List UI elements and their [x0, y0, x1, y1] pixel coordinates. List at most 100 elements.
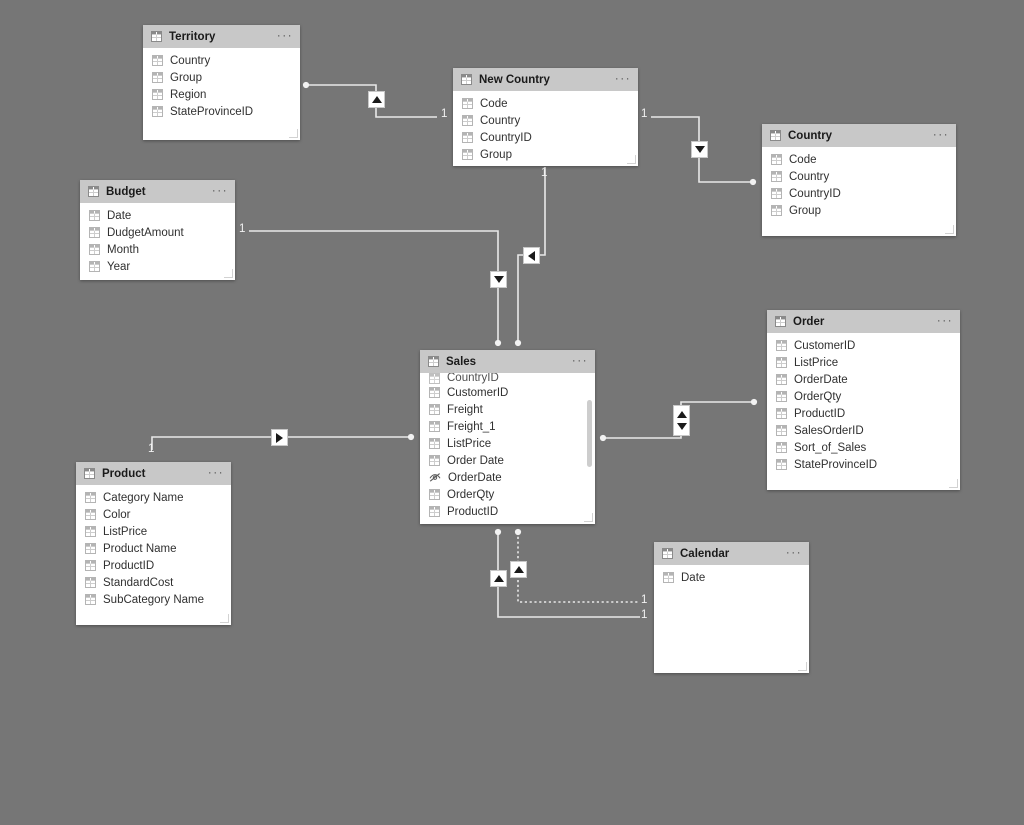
field-row[interactable]: StateProvinceID	[767, 456, 960, 473]
table-header-calendar[interactable]: Calendar ···	[654, 542, 809, 565]
resize-grip[interactable]	[289, 129, 298, 138]
field-row[interactable]: Group	[762, 202, 956, 219]
field-list-order[interactable]: CustomerID ListPrice OrderDate OrderQty Prod…	[767, 333, 960, 490]
ellipsis-icon[interactable]: ···	[937, 314, 953, 327]
cross-filter-direction-marker[interactable]	[523, 247, 540, 264]
relationship-line-sales-calendar-inactive[interactable]	[517, 532, 640, 603]
cross-filter-direction-marker[interactable]	[673, 405, 690, 436]
cross-filter-direction-marker[interactable]	[691, 141, 708, 158]
field-list-new-country[interactable]: Code Country CountryID Group	[453, 91, 638, 166]
resize-grip[interactable]	[584, 513, 593, 522]
ellipsis-icon[interactable]: ···	[933, 128, 949, 141]
field-row[interactable]: Product Name	[76, 540, 231, 557]
table-card-sales[interactable]: Sales ··· CountryID CustomerID Freight Freigh…	[420, 350, 595, 524]
field-name: StandardCost	[103, 576, 174, 589]
table-card-product[interactable]: Product ··· Category Name Color ListPrice Pro…	[76, 462, 231, 625]
field-row[interactable]: Order Date	[420, 452, 595, 469]
field-row[interactable]: CountryID	[420, 373, 595, 384]
field-list-country[interactable]: Code Country CountryID Group	[762, 147, 956, 236]
cardinality-label: 1	[641, 609, 648, 621]
field-row[interactable]: OrderQty	[420, 486, 595, 503]
field-row[interactable]: Group	[453, 146, 638, 163]
field-row[interactable]: ListPrice	[767, 354, 960, 371]
field-row[interactable]: CustomerID	[420, 384, 595, 401]
field-list-budget[interactable]: Date DudgetAmount Month Year	[80, 203, 235, 280]
field-list-scrollbar[interactable]	[587, 400, 592, 467]
field-row[interactable]: Color	[76, 506, 231, 523]
field-row[interactable]: Year	[80, 258, 235, 275]
table-card-order[interactable]: Order ··· CustomerID ListPrice OrderDate Orde…	[767, 310, 960, 490]
resize-grip[interactable]	[220, 614, 229, 623]
resize-grip[interactable]	[945, 225, 954, 234]
field-row[interactable]: Category Name	[76, 489, 231, 506]
field-list-territory[interactable]: Country Group Region StateProvinceID	[143, 48, 300, 140]
cross-filter-direction-marker[interactable]	[271, 429, 288, 446]
table-header-product[interactable]: Product ···	[76, 462, 231, 485]
table-header-order[interactable]: Order ···	[767, 310, 960, 333]
relationship-line-budget-sales[interactable]	[249, 230, 499, 343]
field-row[interactable]: Country	[762, 168, 956, 185]
cross-filter-direction-marker[interactable]	[490, 271, 507, 288]
field-row[interactable]: CountryID	[453, 129, 638, 146]
ellipsis-icon[interactable]: ···	[615, 72, 631, 85]
field-row[interactable]: Date	[654, 569, 809, 586]
field-row[interactable]: OrderQty	[767, 388, 960, 405]
cross-filter-direction-marker[interactable]	[510, 561, 527, 578]
table-card-calendar[interactable]: Calendar ··· Date	[654, 542, 809, 673]
table-header-country[interactable]: Country ···	[762, 124, 956, 147]
resize-grip[interactable]	[798, 662, 807, 671]
table-header-budget[interactable]: Budget ···	[80, 180, 235, 203]
cross-filter-direction-marker[interactable]	[490, 570, 507, 587]
field-row[interactable]: OrderDate	[420, 469, 595, 486]
field-name: Group	[480, 148, 512, 161]
table-header-new-country[interactable]: New Country ···	[453, 68, 638, 91]
resize-grip[interactable]	[627, 155, 636, 164]
ellipsis-icon[interactable]: ···	[572, 354, 588, 367]
field-row[interactable]: Region	[143, 86, 300, 103]
table-card-budget[interactable]: Budget ··· Date DudgetAmount Month Year	[80, 180, 235, 280]
table-header-sales[interactable]: Sales ···	[420, 350, 595, 373]
field-row[interactable]: CustomerID	[767, 337, 960, 354]
table-card-country[interactable]: Country ··· Code Country CountryID Group	[762, 124, 956, 236]
field-row[interactable]: Group	[143, 69, 300, 86]
field-row[interactable]: ProductID	[767, 405, 960, 422]
field-row[interactable]: CountryID	[762, 185, 956, 202]
model-view-canvas[interactable]: 1 1 1 1 1 1 1 Territory ··· Country Group Region St…	[0, 0, 1024, 825]
table-header-territory[interactable]: Territory ···	[143, 25, 300, 48]
ellipsis-icon[interactable]: ···	[208, 466, 224, 479]
field-list-sales[interactable]: CountryID CustomerID Freight Freight_1 ListP…	[420, 373, 595, 524]
resize-grip[interactable]	[949, 479, 958, 488]
field-list-product[interactable]: Category Name Color ListPrice Product Name P…	[76, 485, 231, 625]
field-row[interactable]: StateProvinceID	[143, 103, 300, 120]
field-grid-icon	[776, 374, 787, 385]
field-row[interactable]: Country	[453, 112, 638, 129]
cross-filter-direction-marker[interactable]	[368, 91, 385, 108]
ellipsis-icon[interactable]: ···	[786, 546, 802, 559]
field-row[interactable]: Date	[80, 207, 235, 224]
resize-grip[interactable]	[224, 269, 233, 278]
field-row[interactable]: SalesOrderID	[767, 422, 960, 439]
field-name: ListPrice	[103, 525, 148, 538]
field-row[interactable]: OrderDate	[767, 371, 960, 388]
field-row[interactable]: SubCategory Name	[76, 591, 231, 608]
field-row[interactable]: Month	[80, 241, 235, 258]
field-row[interactable]: Freight	[420, 401, 595, 418]
field-row[interactable]: StandardCost	[76, 574, 231, 591]
field-row[interactable]: Country	[143, 52, 300, 69]
ellipsis-icon[interactable]: ···	[212, 184, 228, 197]
field-row[interactable]: Code	[453, 95, 638, 112]
field-row[interactable]: Freight_1	[420, 418, 595, 435]
field-list-calendar[interactable]: Date	[654, 565, 809, 673]
field-name: Code	[789, 153, 817, 166]
field-row[interactable]: DudgetAmount	[80, 224, 235, 241]
field-row[interactable]: ListPrice	[420, 435, 595, 452]
field-row[interactable]: ListPrice	[76, 523, 231, 540]
field-row[interactable]: Sort_of_Sales	[767, 439, 960, 456]
table-card-territory[interactable]: Territory ··· Country Group Region StateProvi…	[143, 25, 300, 140]
field-row[interactable]: ProductID	[76, 557, 231, 574]
field-row[interactable]: ProductID	[420, 503, 595, 520]
ellipsis-icon[interactable]: ···	[277, 29, 293, 42]
field-grid-icon	[776, 391, 787, 402]
table-card-new-country[interactable]: New Country ··· Code Country CountryID Group	[453, 68, 638, 166]
field-row[interactable]: Code	[762, 151, 956, 168]
